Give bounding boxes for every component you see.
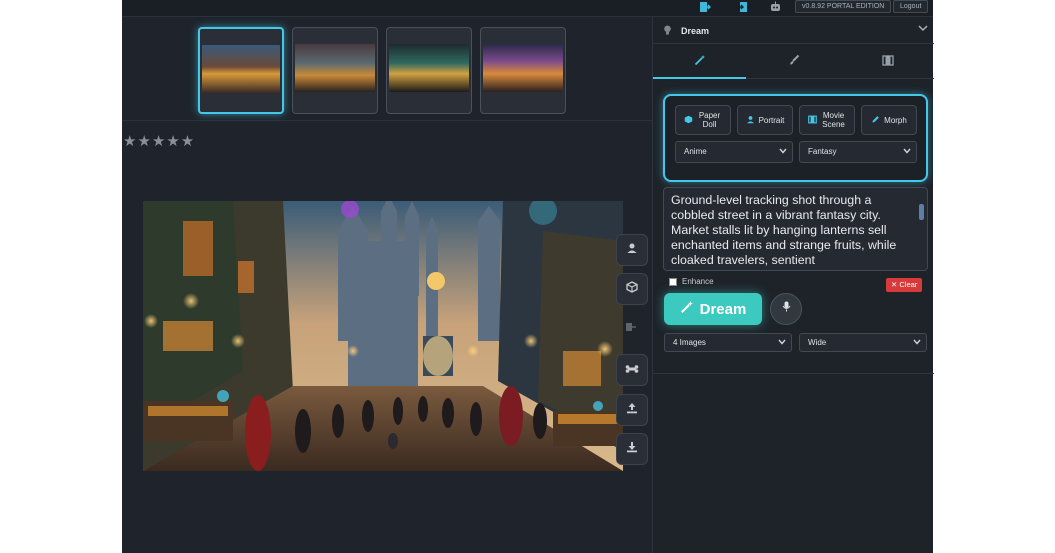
preset-box: Paper Doll Portrait Movie Scene Morph An… bbox=[663, 94, 928, 182]
enhance-checkbox[interactable] bbox=[669, 277, 677, 286]
film-icon bbox=[881, 55, 894, 69]
bone-icon bbox=[625, 362, 639, 377]
lightbulb-icon bbox=[663, 25, 672, 38]
chevron-down-icon bbox=[779, 142, 787, 162]
top-bar: v0.8.92 PORTAL EDITION Logout bbox=[122, 0, 933, 17]
app-window: v0.8.92 PORTAL EDITION Logout ★★★★★ Drea… bbox=[122, 0, 934, 553]
tab-video[interactable] bbox=[841, 45, 934, 79]
scrollbar-thumb[interactable] bbox=[919, 204, 924, 220]
export-icon[interactable] bbox=[698, 1, 712, 15]
logout-button[interactable]: Logout bbox=[893, 0, 929, 13]
paper-doll-button[interactable]: Paper Doll bbox=[675, 105, 731, 135]
chevron-down-icon bbox=[778, 334, 786, 351]
cube-tool-button[interactable] bbox=[616, 273, 648, 305]
genre-select-value: Fantasy bbox=[808, 147, 837, 156]
chevron-down-icon bbox=[903, 142, 911, 162]
person-tool-button[interactable] bbox=[616, 234, 648, 266]
chevron-down-icon[interactable] bbox=[918, 24, 928, 35]
panel-tabs bbox=[653, 45, 934, 79]
person-icon bbox=[626, 242, 638, 257]
tab-generate[interactable] bbox=[653, 45, 746, 79]
import-icon[interactable] bbox=[736, 1, 750, 15]
dream-button-label: Dream bbox=[699, 300, 747, 318]
genre-select[interactable]: Fantasy bbox=[799, 141, 917, 163]
cube-icon bbox=[626, 281, 638, 296]
chevron-down-icon bbox=[913, 334, 921, 351]
bone-tool-button[interactable] bbox=[616, 354, 648, 386]
prompt-scrollbar[interactable] bbox=[919, 194, 924, 266]
dream-panel-header[interactable]: Dream bbox=[653, 17, 934, 44]
aspect-ratio-select[interactable]: Wide bbox=[799, 333, 927, 352]
microphone-icon bbox=[782, 301, 791, 315]
film-icon bbox=[807, 115, 817, 126]
portrait-button[interactable]: Portrait bbox=[737, 105, 793, 135]
dream-button[interactable]: Dream bbox=[664, 293, 762, 325]
style-select-value: Anime bbox=[684, 147, 707, 156]
cube-icon bbox=[684, 115, 693, 126]
person-icon bbox=[746, 115, 755, 126]
download-tool-button[interactable] bbox=[616, 433, 648, 465]
preset-label: Morph bbox=[884, 115, 907, 125]
divider bbox=[653, 373, 934, 374]
magic-wand-icon bbox=[694, 55, 706, 69]
main-image bbox=[143, 201, 623, 471]
upload-icon bbox=[626, 402, 638, 417]
aspect-ratio-value: Wide bbox=[808, 338, 827, 347]
thumbnail-strip bbox=[122, 17, 652, 121]
image-viewer-pane: ★★★★★ bbox=[122, 17, 652, 553]
microphone-button[interactable] bbox=[770, 293, 802, 325]
magic-wand-icon bbox=[680, 300, 694, 318]
prompt-text: Ground-level tracking shot through a cob… bbox=[671, 193, 897, 267]
thumbnail-4[interactable] bbox=[480, 27, 566, 114]
thumbnail-2[interactable] bbox=[292, 27, 378, 114]
pencil-icon bbox=[871, 115, 880, 126]
thumbnail-1[interactable] bbox=[198, 27, 284, 114]
download-icon bbox=[626, 441, 638, 456]
preset-label: Paper Doll bbox=[698, 111, 721, 129]
movie-scene-button[interactable]: Movie Scene bbox=[799, 105, 855, 135]
tab-edit[interactable] bbox=[747, 45, 840, 79]
version-badge: v0.8.92 PORTAL EDITION bbox=[795, 0, 892, 13]
dream-panel: Dream Paper Doll Portrait Movie Scene Mo… bbox=[652, 17, 934, 553]
preset-label: Portrait bbox=[758, 115, 785, 125]
panel-title: Dream bbox=[681, 26, 710, 36]
brush-icon bbox=[788, 54, 800, 69]
thumbnail-3[interactable] bbox=[386, 27, 472, 114]
upload-tool-button[interactable] bbox=[616, 394, 648, 426]
image-count-value: 4 Images bbox=[673, 338, 706, 347]
clear-button[interactable]: ✕ Clear bbox=[886, 278, 923, 292]
enhance-label: Enhance bbox=[682, 277, 714, 286]
enhance-option[interactable]: Enhance bbox=[669, 277, 714, 286]
star-rating[interactable]: ★★★★★ bbox=[123, 132, 195, 150]
style-select[interactable]: Anime bbox=[675, 141, 793, 163]
prompt-textarea[interactable]: Ground-level tracking shot through a cob… bbox=[663, 187, 928, 271]
robot-icon[interactable] bbox=[768, 1, 782, 15]
preset-label: Movie Scene bbox=[822, 111, 845, 129]
morph-button[interactable]: Morph bbox=[861, 105, 917, 135]
image-count-select[interactable]: 4 Images bbox=[664, 333, 792, 352]
arrow-icon[interactable] bbox=[625, 321, 637, 336]
